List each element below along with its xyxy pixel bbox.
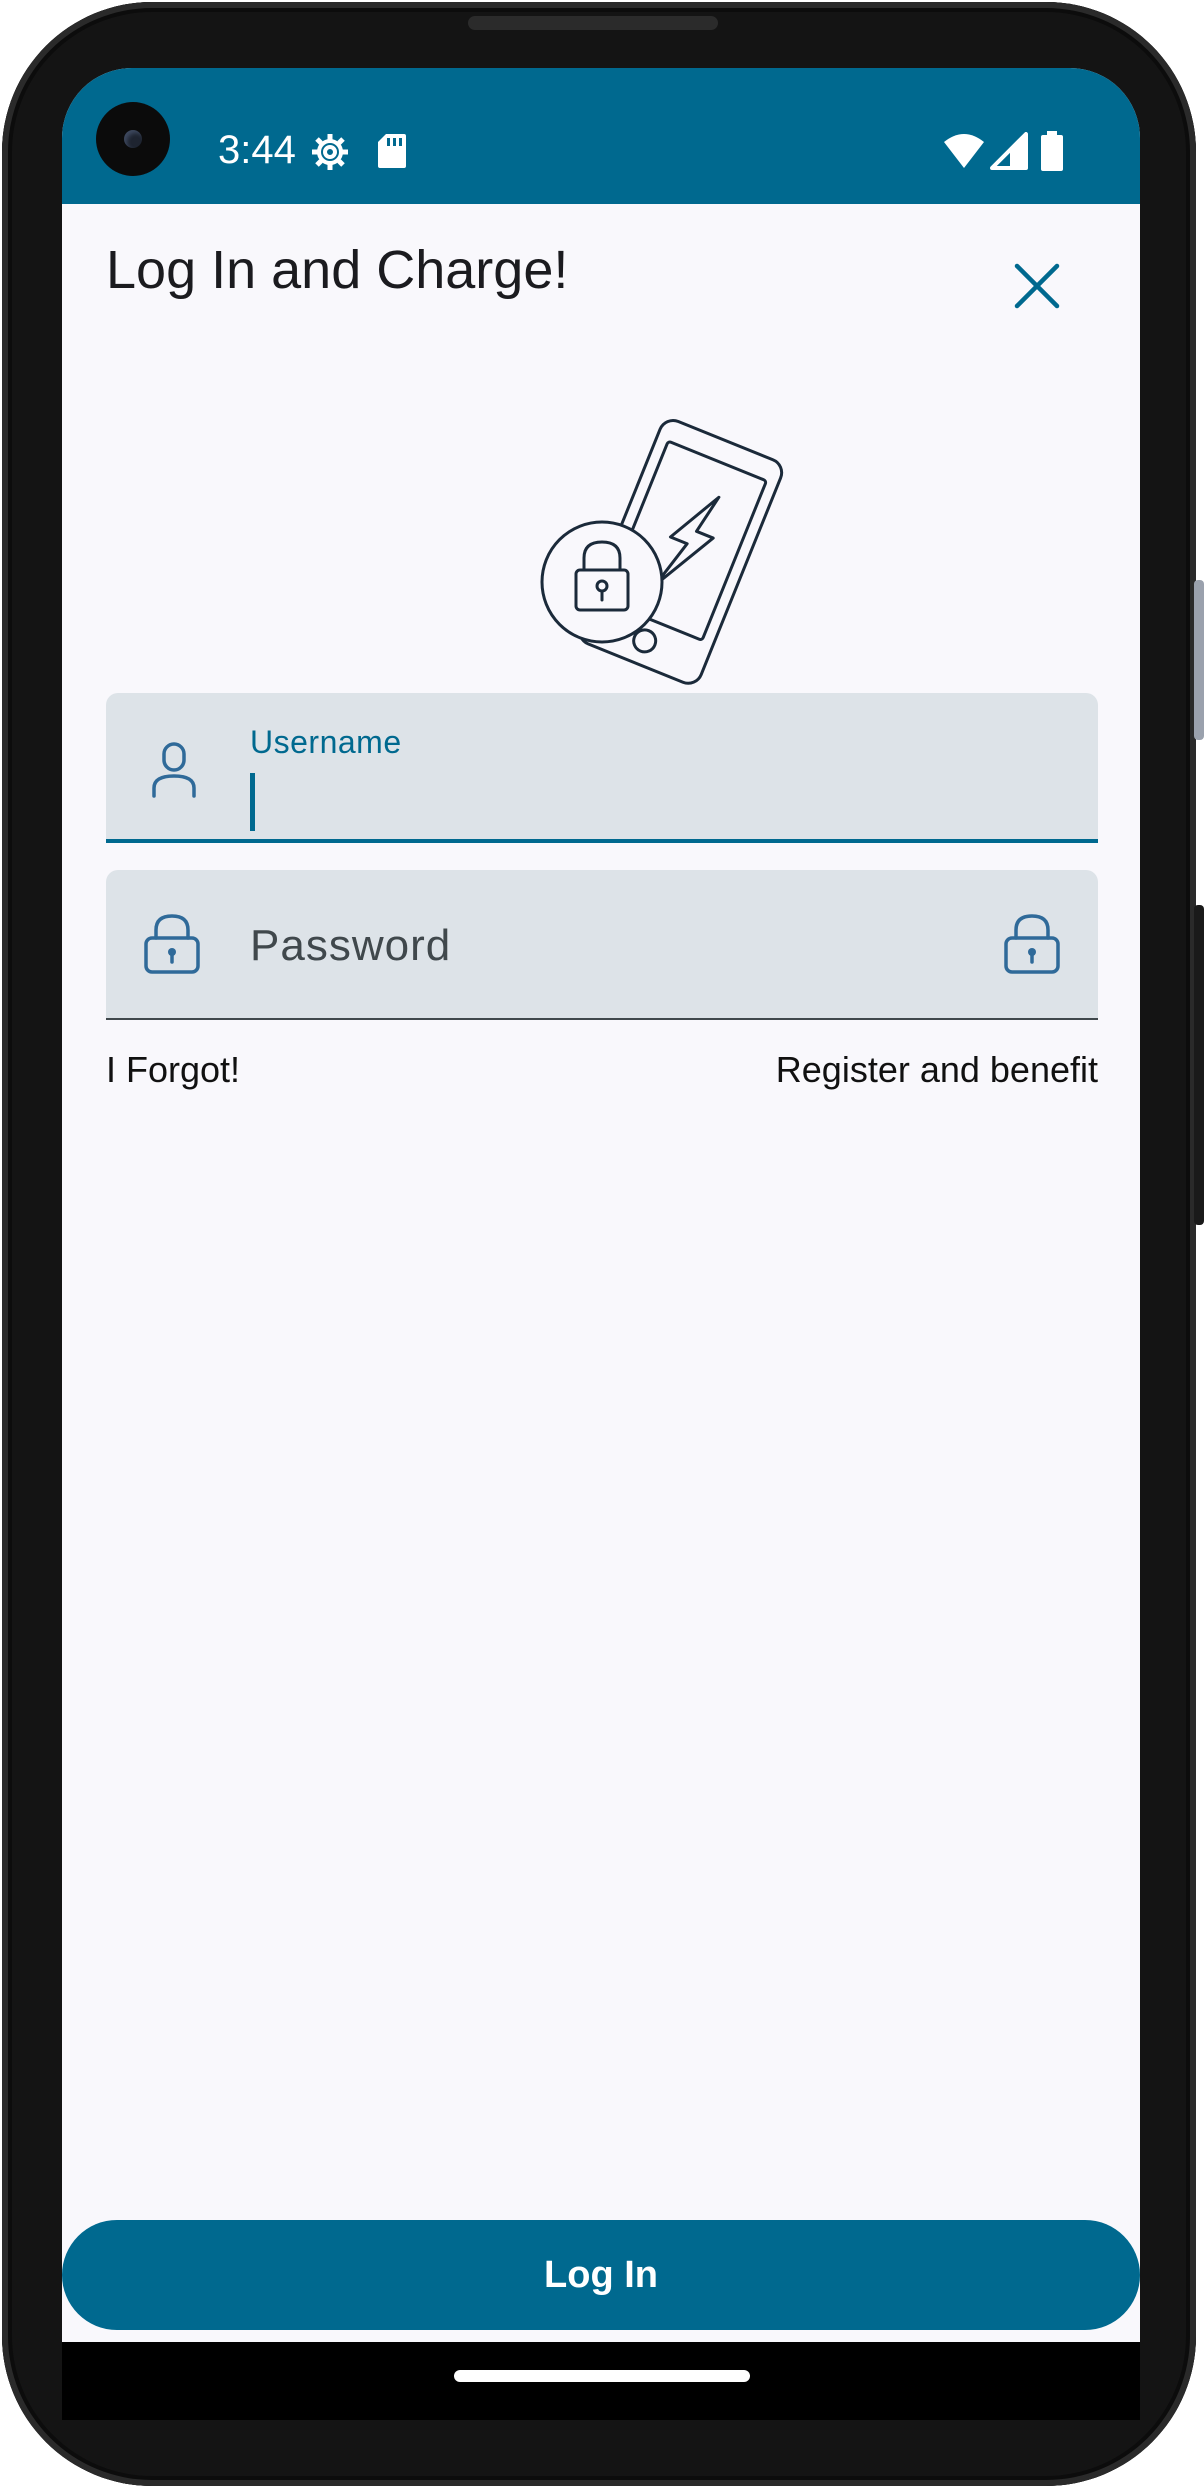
login-button[interactable]: Log In bbox=[62, 2220, 1140, 2330]
cellular-signal-icon bbox=[990, 132, 1028, 170]
close-icon bbox=[1014, 263, 1060, 309]
front-camera bbox=[96, 102, 170, 176]
app-screen: 3:44 Log In and Charge! Username Passwor… bbox=[62, 68, 1140, 2420]
power-button bbox=[1194, 905, 1204, 1225]
sd-card-icon bbox=[378, 134, 406, 168]
lock-icon bbox=[144, 914, 200, 974]
password-field[interactable]: Password bbox=[106, 870, 1098, 1020]
forgot-password-link[interactable]: I Forgot! bbox=[106, 1048, 240, 1092]
text-cursor bbox=[250, 773, 255, 831]
close-button[interactable] bbox=[997, 246, 1077, 326]
status-bar: 3:44 bbox=[62, 68, 1140, 204]
wifi-icon bbox=[944, 134, 984, 168]
username-field[interactable]: Username bbox=[106, 693, 1098, 843]
password-visibility-lock-icon[interactable] bbox=[1000, 912, 1064, 976]
username-label: Username bbox=[250, 724, 402, 760]
status-time: 3:44 bbox=[218, 128, 296, 172]
phone-device: 3:44 Log In and Charge! Username Passwor… bbox=[0, 0, 1204, 2491]
battery-icon bbox=[1041, 131, 1063, 171]
page-title: Log In and Charge! bbox=[106, 240, 569, 300]
earpiece-speaker bbox=[468, 16, 718, 30]
register-link[interactable]: Register and benefit bbox=[776, 1048, 1098, 1092]
person-icon bbox=[152, 742, 196, 798]
phone-lock-charge-icon bbox=[540, 418, 784, 685]
home-indicator[interactable] bbox=[454, 2370, 750, 2382]
settings-icon bbox=[312, 134, 348, 170]
password-placeholder: Password bbox=[250, 921, 452, 970]
volume-button bbox=[1194, 580, 1204, 740]
